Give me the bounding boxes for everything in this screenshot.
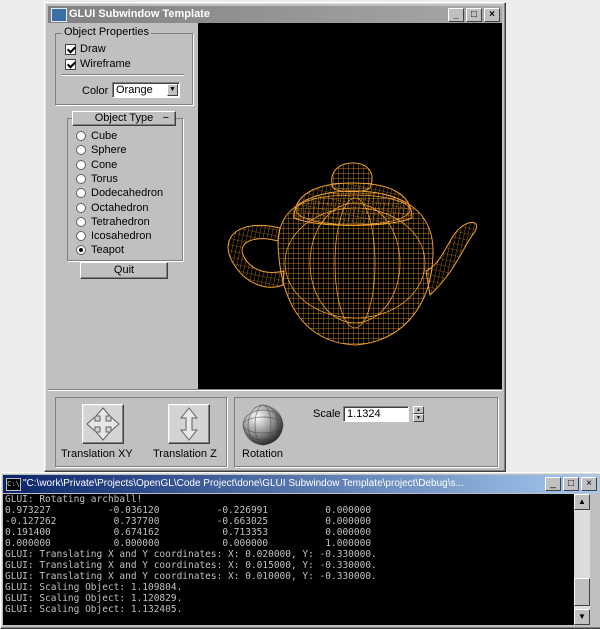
rotation-arcball[interactable]: [241, 403, 285, 447]
radio-button[interactable]: [76, 145, 86, 156]
rotation-label: Rotation: [242, 448, 283, 460]
scale-value: 1.1324: [347, 408, 381, 420]
scroll-thumb[interactable]: [574, 578, 590, 606]
object-type-option[interactable]: Cube: [76, 129, 117, 143]
object-type-option[interactable]: Teapot: [76, 243, 124, 257]
console-window: C:\ "C:\work\Private\Projects\OpenGL\Cod…: [0, 472, 600, 629]
radio-button[interactable]: [76, 202, 86, 213]
console-title-bar[interactable]: C:\ "C:\work\Private\Projects\OpenGL\Cod…: [3, 475, 599, 493]
spinner-up-icon[interactable]: ▲: [413, 406, 424, 414]
divider: [62, 74, 184, 76]
object-properties-title: Object Properties: [62, 26, 151, 38]
window-icon: [51, 8, 67, 22]
console-line: GLUI: Scaling Object: 1.120829.: [5, 593, 183, 604]
object-type-option[interactable]: Icosahedron: [76, 229, 152, 243]
scale-spinner[interactable]: ▲ ▼: [413, 406, 424, 422]
draw-checkbox-row[interactable]: Draw: [65, 42, 106, 56]
console-icon: C:\: [6, 478, 21, 491]
radio-button[interactable]: [76, 245, 86, 256]
radio-button[interactable]: [76, 231, 86, 242]
object-type-option-label: Dodecahedron: [91, 187, 164, 200]
window-client: Object Properties Draw Wireframe Color O…: [48, 23, 502, 468]
scroll-down-icon[interactable]: ▼: [574, 609, 590, 625]
maximize-button[interactable]: □: [466, 8, 482, 22]
object-type-option[interactable]: Dodecahedron: [76, 186, 163, 200]
object-type-option-label: Tetrahedron: [91, 215, 150, 228]
arcball-sphere-icon: [242, 404, 284, 446]
window-title: GLUI Subwindow Template: [69, 8, 210, 20]
object-type-option-label: Teapot: [91, 244, 125, 257]
console-line: GLUI: Scaling Object: 1.109804.: [5, 582, 183, 593]
title-bar[interactable]: GLUI Subwindow Template _ □ ×: [48, 6, 502, 23]
console-scrollbar[interactable]: ▲ ▼: [574, 494, 590, 625]
object-type-option-label: Icosahedron: [91, 230, 152, 243]
collapse-icon[interactable]: −: [163, 112, 169, 124]
rotation-scale-panel: Rotation Scale 1.1324 ▲ ▼: [234, 397, 498, 467]
wireframe-checkbox[interactable]: [65, 58, 76, 70]
draw-label: Draw: [80, 43, 106, 55]
console-line: 0.000000 0.000000 0.000000 1.000000: [5, 538, 372, 549]
console-line: 0.973227 -0.036120 -0.226991 0.000000: [5, 505, 372, 516]
console-line: GLUI: Translating X and Y coordinates: X…: [5, 560, 377, 571]
scale-field[interactable]: 1.1324: [343, 406, 409, 422]
console-output[interactable]: GLUI: Rotating archball! 0.973227 -0.0361…: [3, 494, 574, 625]
translation-z-control[interactable]: [168, 404, 210, 444]
console-line: 0.191400 0.674162 0.713353 0.000000: [5, 527, 372, 538]
object-type-option[interactable]: Octahedron: [76, 201, 148, 215]
console-close-button[interactable]: ×: [581, 477, 597, 491]
object-type-option-label: Sphere: [91, 144, 127, 157]
console-line: GLUI: Rotating archball!: [5, 494, 143, 505]
wireframe-label: Wireframe: [80, 58, 131, 70]
translation-panel: Translation XY Translation Z: [55, 397, 227, 467]
quit-label: Quit: [113, 264, 135, 276]
radio-button[interactable]: [76, 131, 86, 141]
console-line: GLUI: Scaling Object: 1.132405.: [5, 604, 183, 615]
radio-button[interactable]: [76, 159, 86, 170]
radio-button[interactable]: [76, 173, 86, 184]
translation-xy-label: Translation XY: [61, 448, 133, 460]
glui-window: GLUI Subwindow Template _ □ × Object Pro…: [44, 2, 506, 472]
object-type-option-label: Cone: [91, 158, 118, 171]
teapot-wireframe: [227, 162, 478, 346]
chevron-down-icon[interactable]: ▼: [167, 84, 178, 96]
console-line: -0.127262 0.737700 -0.663025 0.000000: [5, 516, 372, 527]
object-type-title: Object Type: [94, 112, 154, 124]
close-button[interactable]: ×: [484, 8, 500, 22]
object-type-rollout-header[interactable]: Object Type −: [72, 111, 176, 126]
console-minimize-button[interactable]: _: [545, 477, 561, 491]
radio-button[interactable]: [76, 216, 86, 227]
object-type-option[interactable]: Cone: [76, 158, 117, 172]
scroll-up-icon[interactable]: ▲: [574, 494, 590, 510]
object-type-option-label: Cube: [91, 130, 118, 142]
wireframe-checkbox-row[interactable]: Wireframe: [65, 57, 131, 71]
minimize-button[interactable]: _: [448, 8, 464, 22]
console-line: GLUI: Translating X and Y coordinates: X…: [5, 571, 377, 582]
translation-xy-control[interactable]: [82, 404, 124, 444]
object-type-option[interactable]: Tetrahedron: [76, 215, 150, 229]
object-type-panel: Object Type − Cube Sphere Cone Torus Dodecah…: [67, 111, 183, 261]
bottom-divider: [48, 389, 502, 391]
color-dropdown[interactable]: Orange ▼: [112, 82, 180, 98]
gl-viewport[interactable]: [198, 23, 502, 389]
draw-checkbox[interactable]: [65, 43, 76, 55]
move-arrows-icon: [86, 407, 120, 441]
scale-label: Scale: [313, 408, 341, 420]
object-properties-panel: Object Properties Draw Wireframe Color O…: [55, 26, 193, 105]
object-type-option-label: Octahedron: [91, 201, 149, 214]
spinner-down-icon[interactable]: ▼: [413, 414, 424, 422]
color-dropdown-value: Orange: [116, 84, 153, 96]
color-label: Color: [82, 85, 109, 97]
object-type-option-label: Torus: [91, 172, 118, 185]
quit-button[interactable]: Quit: [80, 262, 168, 279]
console-line: GLUI: Translating X and Y coordinates: X…: [5, 549, 377, 560]
console-title: "C:\work\Private\Projects\OpenGL\Code Pr…: [23, 478, 464, 489]
object-type-option[interactable]: Sphere: [76, 143, 126, 157]
object-type-option[interactable]: Torus: [76, 172, 118, 186]
move-z-arrow-icon: [179, 407, 199, 441]
radio-button[interactable]: [76, 188, 86, 199]
console-maximize-button[interactable]: □: [563, 477, 579, 491]
translation-z-label: Translation Z: [153, 448, 217, 460]
